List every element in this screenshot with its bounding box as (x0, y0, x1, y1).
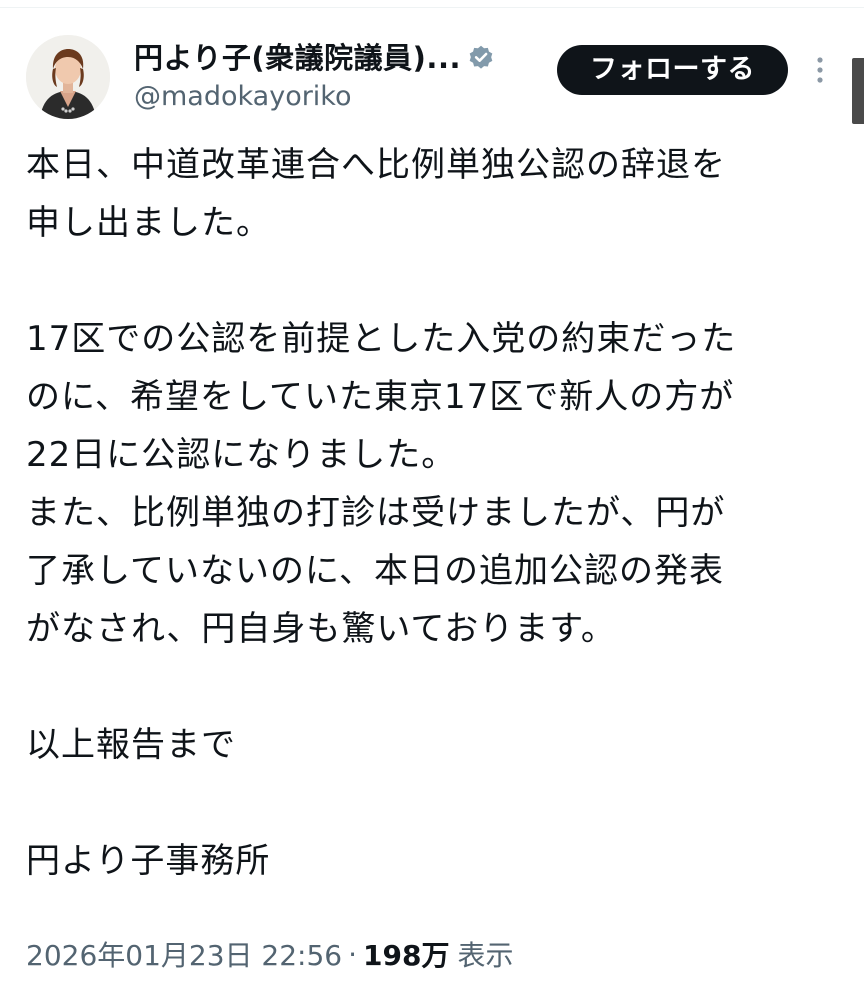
tweet-line: また、比例単独の打診は受けましたが、円が (26, 493, 726, 533)
views-count: 198万 (363, 939, 450, 972)
tweet-line: 本日、中道改革連合へ比例単独公認の辞退を (26, 145, 726, 185)
author-display-name[interactable]: 円より子(衆議院議員)... (134, 34, 461, 82)
tweet-line: がなされ、円自身も驚いております。 (26, 609, 616, 649)
tweet-line: 了承していないのに、本日の追加公認の発表 (26, 551, 724, 591)
author-info: 円より子(衆議院議員)... @madokayoriko (134, 34, 495, 112)
tweet-line: 申し出ました。 (26, 203, 271, 243)
follow-button[interactable]: フォローする (557, 45, 788, 95)
tweet-timestamp[interactable]: 2026年01月23日 22:56 (26, 934, 342, 974)
views-label: 表示 (457, 939, 514, 972)
top-divider (0, 0, 864, 8)
tweet-line: 22日に公認になりました。 (26, 435, 457, 475)
tweet-line: 17区での公認を前提とした入党の約束だった (26, 319, 737, 359)
tweet-line: 以上報告まで (26, 725, 236, 765)
author-name-row: 円より子(衆議院議員)... (134, 34, 495, 82)
verified-badge-icon (467, 44, 495, 72)
avatar-portrait-icon (26, 35, 110, 119)
tweet-line: 円より子事務所 (26, 841, 271, 881)
meta-separator: · (348, 937, 358, 971)
profile-photo-avatar[interactable] (26, 35, 110, 119)
tweet-line: のに、希望をしていた東京17区で新人の方が (26, 377, 735, 417)
scrollbar-thumb[interactable] (852, 58, 864, 124)
tweet-header: 円より子(衆議院議員)... @madokayoriko フォローする (26, 34, 836, 124)
author-handle[interactable]: @madokayoriko (134, 82, 495, 112)
more-vertical-icon[interactable] (808, 52, 832, 88)
tweet-meta: 2026年01月23日 22:56 · 198万 表示 (26, 930, 513, 978)
tweet-text: 本日、中道改革連合へ比例単独公認の辞退を 申し出ました。 17区での公認を前提と… (26, 136, 836, 890)
